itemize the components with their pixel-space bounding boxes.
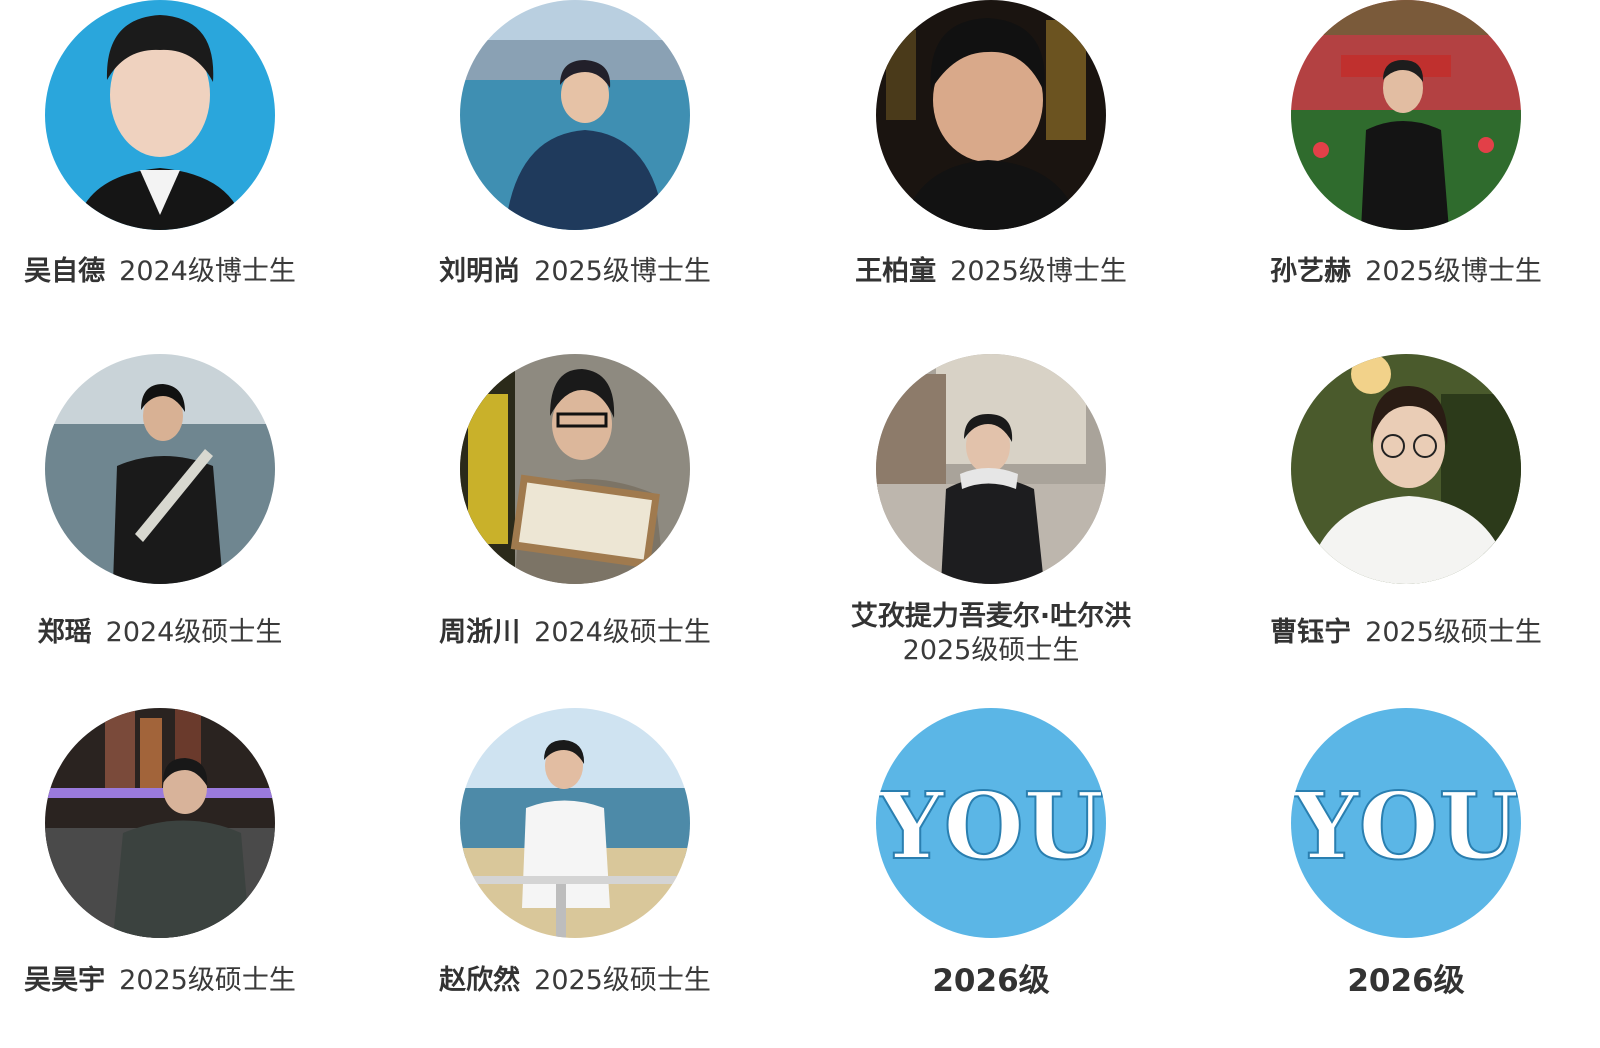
member-name: 孙艺赫 xyxy=(1270,256,1352,287)
member-card: 周浙川 2024级硕士生 xyxy=(415,354,815,694)
member-name: 吴自德 xyxy=(24,256,106,287)
member-name: 刘明尚 xyxy=(439,256,521,287)
member-grade: 2025级博士生 xyxy=(950,256,1127,287)
member-caption: 周浙川 2024级硕士生 xyxy=(395,616,755,650)
member-caption: 郑瑶 2024级硕士生 xyxy=(0,616,340,650)
member-card: 孙艺赫 2025级博士生 xyxy=(1246,0,1600,340)
you-placeholder-icon: YOU xyxy=(876,708,1106,938)
portrait-photo-icon xyxy=(460,0,690,230)
portrait-photo-icon xyxy=(460,708,690,938)
you-placeholder-text: YOU xyxy=(1292,772,1519,880)
member-grade: 2025级博士生 xyxy=(1365,256,1542,287)
member-caption: 孙艺赫 2025级博士生 xyxy=(1226,255,1586,289)
you-placeholder-icon: YOU xyxy=(1291,708,1521,938)
portrait-photo-icon xyxy=(45,0,275,230)
member-caption: 吴自德 2024级博士生 xyxy=(0,255,340,289)
member-name: 周浙川 xyxy=(439,617,521,648)
member-caption: 王柏童 2025级博士生 xyxy=(811,255,1171,289)
portrait-photo-icon xyxy=(1291,354,1521,584)
placeholder-caption: 2026级 xyxy=(1226,964,1586,1000)
member-card: 刘明尚 2025级博士生 xyxy=(415,0,815,340)
member-caption: 艾孜提力吾麦尔·吐尔洪 2025级硕士生 xyxy=(811,600,1171,668)
member-card: 艾孜提力吾麦尔·吐尔洪 2025级硕士生 xyxy=(831,354,1231,694)
member-grade: 2025级博士生 xyxy=(534,256,711,287)
member-grid: 吴自德 2024级博士生 刘明尚 2025级博士生 王柏童 2025级博士生 孙… xyxy=(0,0,1600,1043)
member-grade: 2025级硕士生 xyxy=(119,965,296,996)
member-caption: 曹钰宁 2025级硕士生 xyxy=(1226,616,1586,650)
portrait-photo-icon xyxy=(1291,0,1521,230)
member-name: 郑瑶 xyxy=(37,617,92,648)
portrait-photo-icon xyxy=(460,354,690,584)
portrait-photo-icon xyxy=(45,354,275,584)
member-grade: 2024级硕士生 xyxy=(534,617,711,648)
member-card: 赵欣然 2025级硕士生 xyxy=(415,708,815,1048)
you-placeholder-text: YOU xyxy=(877,772,1104,880)
member-card: 郑瑶 2024级硕士生 xyxy=(0,354,400,694)
member-card: 曹钰宁 2025级硕士生 xyxy=(1246,354,1600,694)
placeholder-card: YOU 2026级 xyxy=(1246,708,1600,1048)
portrait-photo-icon xyxy=(45,708,275,938)
member-grade: 2025级硕士生 xyxy=(1365,617,1542,648)
member-name: 艾孜提力吾麦尔·吐尔洪 xyxy=(850,601,1132,632)
member-caption: 赵欣然 2025级硕士生 xyxy=(395,964,755,998)
member-name: 曹钰宁 xyxy=(1270,617,1352,648)
member-grade: 2025级硕士生 xyxy=(902,635,1080,666)
member-card: 吴自德 2024级博士生 xyxy=(0,0,400,340)
member-grade: 2024级硕士生 xyxy=(105,617,283,648)
member-grade: 2025级硕士生 xyxy=(534,965,711,996)
member-caption: 吴昊宇 2025级硕士生 xyxy=(0,964,340,998)
placeholder-card: YOU 2026级 xyxy=(831,708,1231,1048)
member-caption: 刘明尚 2025级博士生 xyxy=(395,255,755,289)
placeholder-caption: 2026级 xyxy=(811,964,1171,1000)
member-name: 赵欣然 xyxy=(439,965,521,996)
placeholder-grade: 2026级 xyxy=(932,963,1050,999)
placeholder-grade: 2026级 xyxy=(1347,963,1465,999)
member-name: 吴昊宇 xyxy=(24,965,106,996)
member-grade: 2024级博士生 xyxy=(119,256,296,287)
portrait-photo-icon xyxy=(876,0,1106,230)
member-card: 王柏童 2025级博士生 xyxy=(831,0,1231,340)
member-card: 吴昊宇 2025级硕士生 xyxy=(0,708,400,1048)
portrait-photo-icon xyxy=(876,354,1106,584)
member-name: 王柏童 xyxy=(855,256,937,287)
